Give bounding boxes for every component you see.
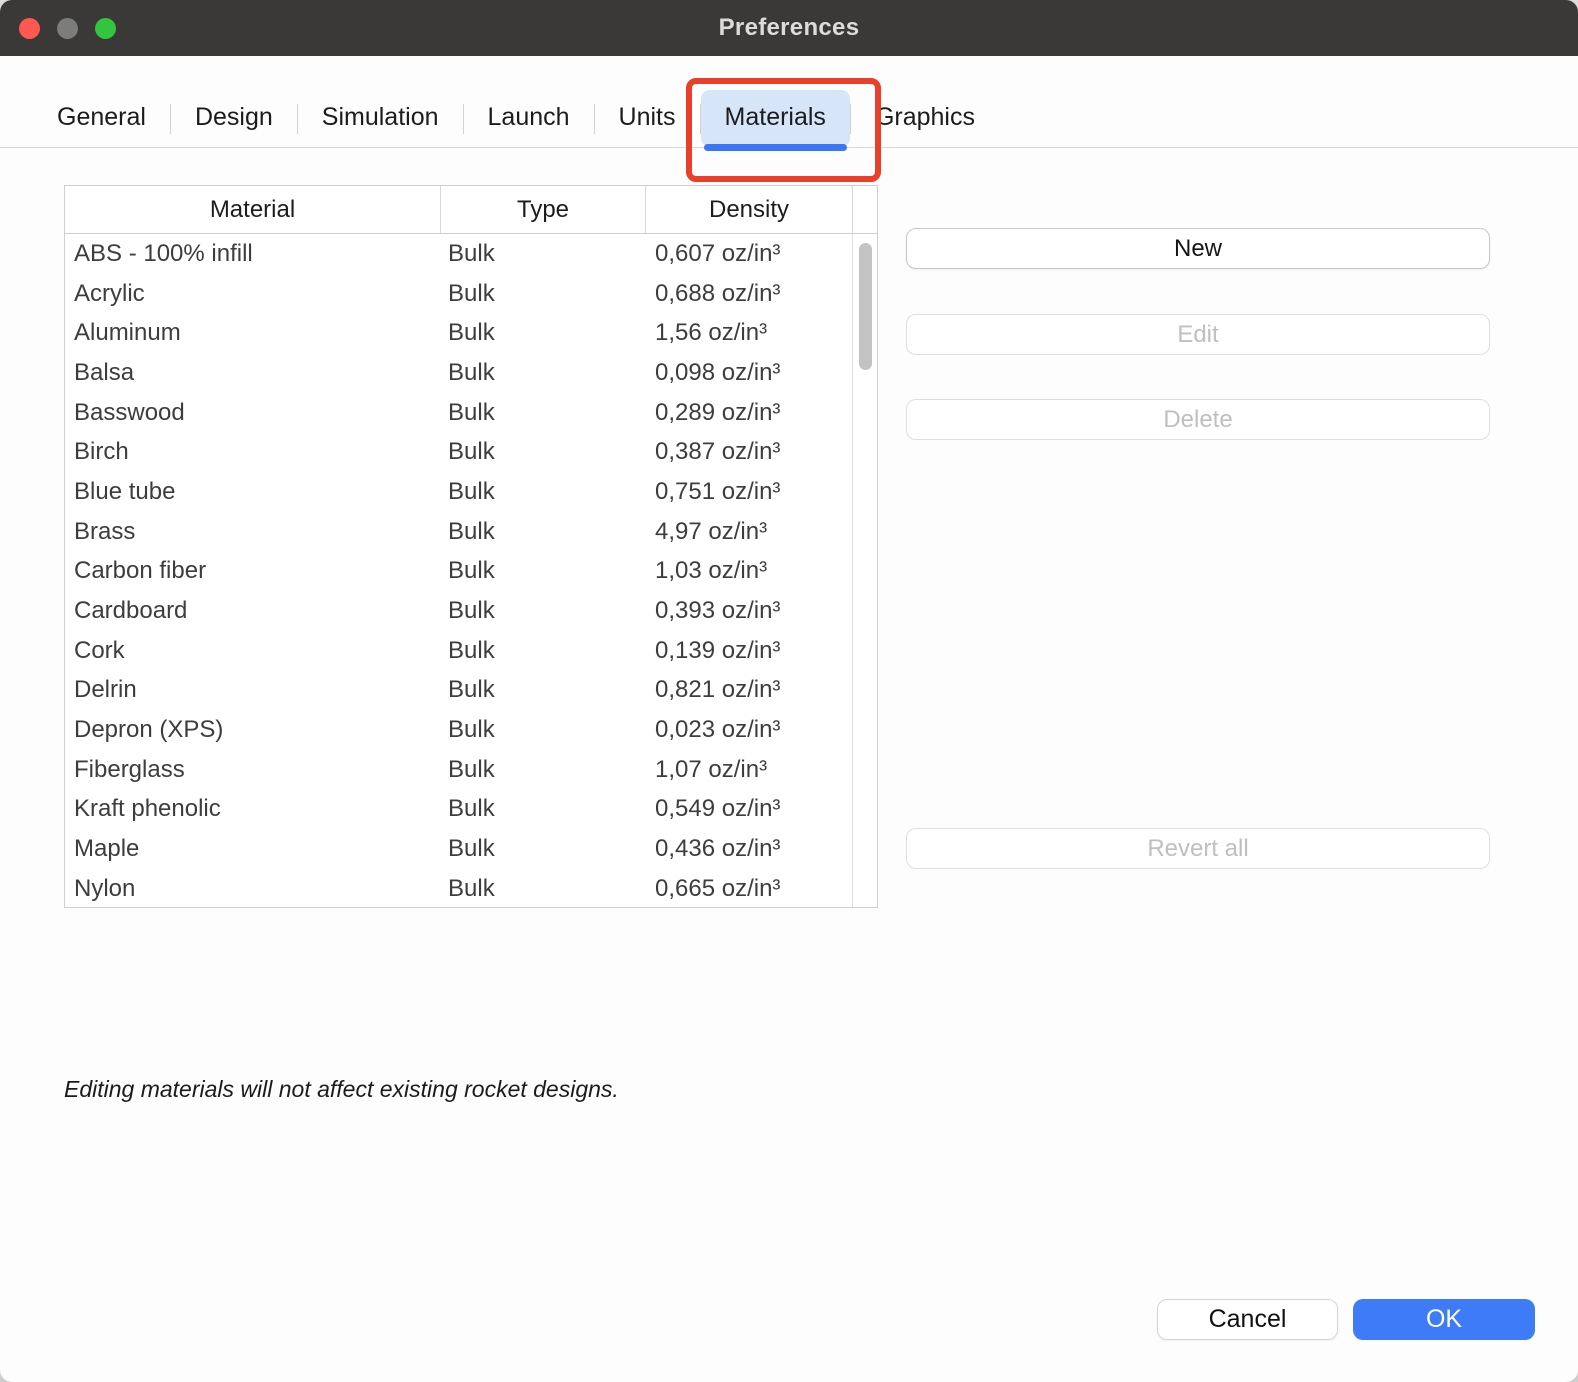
table-row[interactable]: BasswoodBulk0,289 oz/in³ xyxy=(65,393,877,433)
zoom-icon[interactable] xyxy=(95,18,116,39)
cell-density: 0,751 oz/in³ xyxy=(646,478,877,506)
cell-type: Bulk xyxy=(441,319,646,347)
window-title: Preferences xyxy=(719,14,860,42)
table-row[interactable]: BrassBulk4,97 oz/in³ xyxy=(65,512,877,552)
column-header-density: Density xyxy=(646,186,853,233)
cell-type: Bulk xyxy=(441,597,646,625)
table-row[interactable]: Depron (XPS)Bulk0,023 oz/in³ xyxy=(65,710,877,750)
cell-material: Acrylic xyxy=(65,280,441,308)
table-row[interactable]: Kraft phenolicBulk0,549 oz/in³ xyxy=(65,790,877,830)
cell-type: Bulk xyxy=(441,240,646,268)
table-row[interactable]: AcrylicBulk0,688 oz/in³ xyxy=(65,274,877,314)
cell-density: 0,098 oz/in³ xyxy=(646,359,877,387)
cell-density: 1,07 oz/in³ xyxy=(646,756,877,784)
cell-density: 0,289 oz/in³ xyxy=(646,399,877,427)
cell-type: Bulk xyxy=(441,438,646,466)
cell-material: Cork xyxy=(65,637,441,665)
cell-density: 0,387 oz/in³ xyxy=(646,438,877,466)
delete-button[interactable]: Delete xyxy=(906,399,1490,440)
cell-density: 0,393 oz/in³ xyxy=(646,597,877,625)
table-row[interactable]: CardboardBulk0,393 oz/in³ xyxy=(65,591,877,631)
cell-density: 1,03 oz/in³ xyxy=(646,557,877,585)
new-button[interactable]: New xyxy=(906,228,1490,269)
cell-density: 0,139 oz/in³ xyxy=(646,637,877,665)
cell-material: Cardboard xyxy=(65,597,441,625)
cell-type: Bulk xyxy=(441,518,646,546)
table-row[interactable]: DelrinBulk0,821 oz/in³ xyxy=(65,671,877,711)
title-bar: Preferences xyxy=(0,0,1578,56)
cell-density: 0,436 oz/in³ xyxy=(646,835,877,863)
cell-density: 4,97 oz/in³ xyxy=(646,518,877,546)
cell-density: 0,023 oz/in³ xyxy=(646,716,877,744)
cell-type: Bulk xyxy=(441,637,646,665)
cell-material: Basswood xyxy=(65,399,441,427)
table-row[interactable]: Blue tubeBulk0,751 oz/in³ xyxy=(65,472,877,512)
table-row[interactable]: ABS - 100% infillBulk0,607 oz/in³ xyxy=(65,234,877,274)
cancel-button[interactable]: Cancel xyxy=(1157,1299,1338,1340)
cell-density: 0,607 oz/in³ xyxy=(646,240,877,268)
cell-material: ABS - 100% infill xyxy=(65,240,441,268)
cell-material: Balsa xyxy=(65,359,441,387)
tab-launch[interactable]: Launch xyxy=(464,90,594,147)
tab-units[interactable]: Units xyxy=(595,90,700,147)
cell-type: Bulk xyxy=(441,280,646,308)
column-header-material: Material xyxy=(65,186,441,233)
table-row[interactable]: Carbon fiberBulk1,03 oz/in³ xyxy=(65,552,877,592)
cell-density: 0,549 oz/in³ xyxy=(646,795,877,823)
table-row[interactable]: BirchBulk0,387 oz/in³ xyxy=(65,432,877,472)
cell-material: Fiberglass xyxy=(65,756,441,784)
cell-material: Kraft phenolic xyxy=(65,795,441,823)
cell-type: Bulk xyxy=(441,478,646,506)
scrollbar-thumb[interactable] xyxy=(859,243,872,370)
preferences-window: Preferences GeneralDesignSimulationLaunc… xyxy=(0,0,1578,1382)
cell-material: Delrin xyxy=(65,676,441,704)
tab-general[interactable]: General xyxy=(33,90,170,147)
cell-type: Bulk xyxy=(441,716,646,744)
tab-bar: GeneralDesignSimulationLaunchUnitsMateri… xyxy=(0,56,1578,148)
cell-material: Blue tube xyxy=(65,478,441,506)
revert-all-button[interactable]: Revert all xyxy=(906,828,1490,869)
ok-button[interactable]: OK xyxy=(1353,1299,1535,1340)
minimize-icon[interactable] xyxy=(57,18,78,39)
cell-type: Bulk xyxy=(441,835,646,863)
table-row[interactable]: NylonBulk0,665 oz/in³ xyxy=(65,869,877,907)
cell-type: Bulk xyxy=(441,676,646,704)
table-row[interactable]: AluminumBulk1,56 oz/in³ xyxy=(65,313,877,353)
cell-density: 0,821 oz/in³ xyxy=(646,676,877,704)
cell-type: Bulk xyxy=(441,795,646,823)
column-header-type: Type xyxy=(441,186,646,233)
table-scrollbar[interactable] xyxy=(852,234,877,907)
cell-material: Carbon fiber xyxy=(65,557,441,585)
cell-density: 1,56 oz/in³ xyxy=(646,319,877,347)
table-row[interactable]: CorkBulk0,139 oz/in³ xyxy=(65,631,877,671)
table-row[interactable]: BalsaBulk0,098 oz/in³ xyxy=(65,353,877,393)
cell-type: Bulk xyxy=(441,875,646,903)
materials-table: Material Type Density ABS - 100% infillB… xyxy=(64,185,878,908)
tab-graphics[interactable]: Graphics xyxy=(851,90,999,147)
cell-density: 0,688 oz/in³ xyxy=(646,280,877,308)
materials-table-body: ABS - 100% infillBulk0,607 oz/in³Acrylic… xyxy=(65,234,877,907)
tab-simulation[interactable]: Simulation xyxy=(298,90,463,147)
cell-material: Brass xyxy=(65,518,441,546)
cell-material: Aluminum xyxy=(65,319,441,347)
tab-materials[interactable]: Materials xyxy=(701,90,850,147)
traffic-lights xyxy=(19,18,116,39)
cell-material: Birch xyxy=(65,438,441,466)
cell-material: Depron (XPS) xyxy=(65,716,441,744)
cell-type: Bulk xyxy=(441,359,646,387)
cell-type: Bulk xyxy=(441,756,646,784)
cell-material: Maple xyxy=(65,835,441,863)
tab-design[interactable]: Design xyxy=(171,90,297,147)
cell-density: 0,665 oz/in³ xyxy=(646,875,877,903)
cell-type: Bulk xyxy=(441,557,646,585)
cell-material: Nylon xyxy=(65,875,441,903)
cell-type: Bulk xyxy=(441,399,646,427)
header-scrollbar-corner xyxy=(853,186,877,233)
edit-button[interactable]: Edit xyxy=(906,314,1490,355)
close-icon[interactable] xyxy=(19,18,40,39)
table-row[interactable]: MapleBulk0,436 oz/in³ xyxy=(65,829,877,869)
materials-note: Editing materials will not affect existi… xyxy=(64,1076,619,1103)
table-header-row: Material Type Density xyxy=(65,186,877,234)
table-row[interactable]: FiberglassBulk1,07 oz/in³ xyxy=(65,750,877,790)
